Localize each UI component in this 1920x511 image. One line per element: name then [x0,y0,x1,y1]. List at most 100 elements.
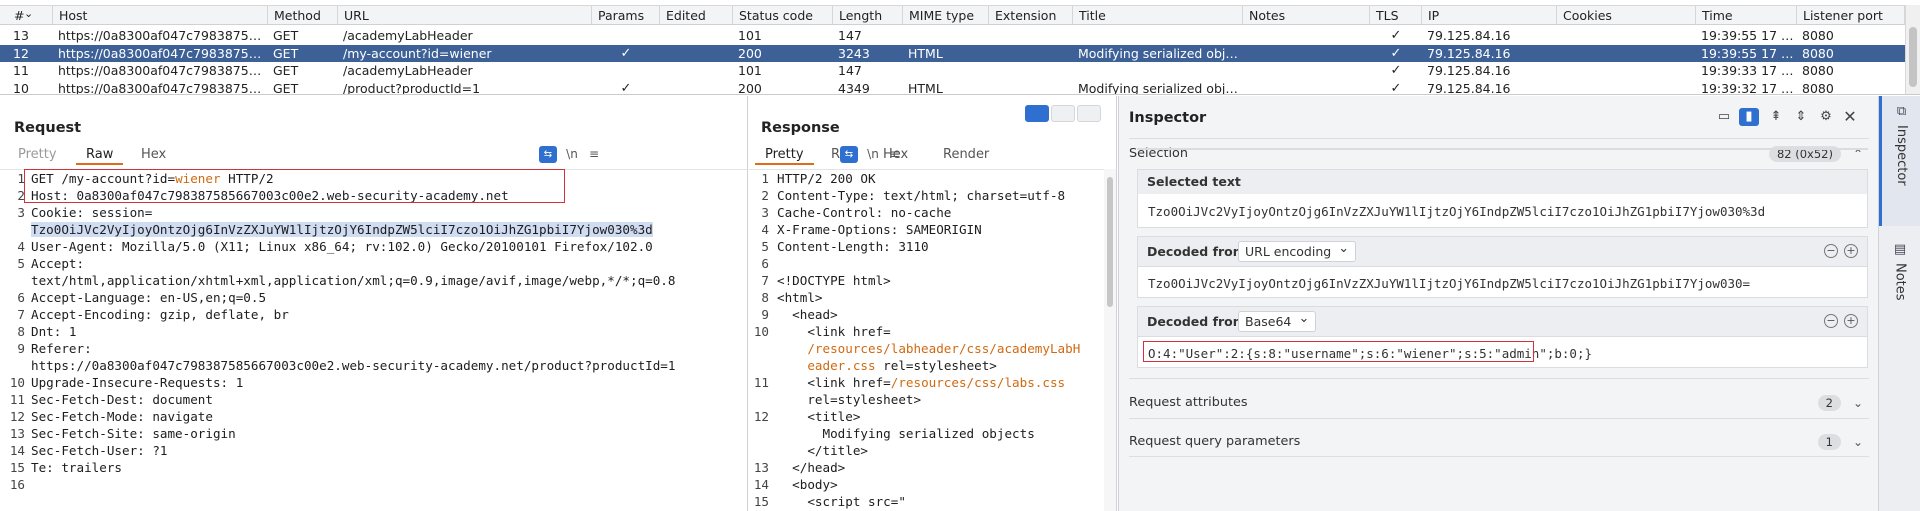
column-header-title[interactable]: Title [1073,6,1243,24]
column-header-url[interactable]: URL [338,6,592,24]
code-line: /resources/labheader/css/academyLabH [749,340,1116,357]
selection-section-header[interactable]: Selection 82 (0x52) ⌃ [1129,144,1869,164]
history-row[interactable]: 11 https://0a8300af047c798387585... GET/ac… [0,62,1905,79]
code-line: 3 Cookie: session= [0,204,747,221]
code-token: Dnt: 1 [31,324,77,339]
code-line: 7 <!DOCTYPE html> [749,272,1116,289]
selected-text-value[interactable]: Tzo0OiJVc2VyIjoyOntzOjg6InVzZXJuYW1lIjtz… [1148,204,1765,219]
http-history-table: # Host Method URL Params Edited Status code Len… [0,0,1920,95]
column-header-tls[interactable]: TLS [1370,6,1422,24]
menu-icon[interactable]: ≡ [886,146,904,163]
cell-length: 147 [838,63,862,78]
code-token: Modifying serialized objects [777,426,1035,441]
tab-render[interactable]: Render [933,145,999,165]
rail-notes-label: Notes [1892,263,1908,301]
column-header-length[interactable]: Length [833,6,903,24]
layout-tabs-icon[interactable] [1077,105,1101,122]
code-line: 15 Te: trailers [0,459,747,476]
tab-raw[interactable]: Raw [76,145,124,165]
collapse-all-icon[interactable]: ⇞ [1766,108,1786,126]
newline-toggle[interactable]: \n [863,146,883,163]
column-header-status[interactable]: Status code [733,6,833,24]
line-text: </title> [777,442,1116,459]
expand-all-icon[interactable]: ⇕ [1791,108,1811,126]
divider [1129,378,1869,379]
layout-horizontal-icon[interactable]: ▭ [1714,108,1734,126]
column-header-ip[interactable]: IP [1422,6,1557,24]
chevron-up-icon[interactable]: ⌃ [1853,144,1863,164]
column-header-notes[interactable]: Notes [1243,6,1370,24]
layout-vertical-icon[interactable]: ▮ [1739,108,1759,126]
spacer-3 [1137,148,1868,150]
history-row[interactable]: 13 https://0a8300af047c798387585... GET/ac… [0,27,1905,44]
tab-hex[interactable]: Hex [131,145,176,165]
rail-inspector-tab[interactable]: ⧉ Inspector [1879,96,1920,226]
response-editor[interactable]: 1 HTTP/2 200 OK 2 Content-Type: text/html; … [749,169,1116,511]
line-number: 4 [761,222,769,237]
add-decoding-icon[interactable]: + [1844,314,1858,328]
close-icon[interactable]: ✕ [1840,108,1860,126]
side-rail: ⧉ Inspector ▤ Notes [1878,96,1920,511]
request-attributes-section[interactable]: Request attributes 2 ⌄ [1129,393,1869,413]
remove-decoding-icon[interactable]: − [1824,314,1838,328]
column-header-port[interactable]: Listener port [1797,6,1905,24]
gear-icon[interactable]: ⚙ [1816,108,1836,126]
scrollbar-thumb[interactable] [1909,27,1917,87]
tab-pretty[interactable]: Pretty [755,145,814,165]
cell-mime: HTML [908,45,943,61]
rail-notes-tab[interactable]: ▤ Notes [1879,234,1920,324]
layout-stacked-icon[interactable] [1051,105,1075,122]
request-editor[interactable]: 1 GET /my-account?id=wiener HTTP/2 2 Host: … [0,169,747,511]
history-scrollbar[interactable] [1905,5,1920,94]
code-token: <head> [777,307,838,322]
selected-text-label: Selected text [1147,174,1241,189]
decoded-url-value[interactable]: Tzo0OiJVc2VyIjoyOntzOjg6InVzZXJuYW1lIjtz… [1148,276,1750,291]
add-decoding-icon[interactable]: + [1844,244,1858,258]
chevron-down-icon[interactable]: ⌄ [1853,393,1863,413]
column-header-method[interactable]: Method [268,6,338,24]
column-header-params[interactable]: Params [592,6,660,24]
line-text: X-Frame-Options: SAMEORIGIN [777,221,1116,238]
remove-decoding-icon[interactable]: − [1824,244,1838,258]
cell-ip: 79.125.84.16 [1427,63,1511,78]
line-text: GET /my-account?id=wiener HTTP/2 [31,170,747,187]
tab-pretty[interactable]: Pretty [8,145,67,165]
decoded-base64-header: Decoded from: Base64 − + [1138,307,1867,337]
column-header-host[interactable]: Host [53,6,268,24]
line-number: 15 [753,494,769,509]
decoding-type-dropdown[interactable]: Base64 [1238,309,1317,332]
line-number: 11 [753,375,769,390]
line-text: </head> [777,459,1116,476]
line-text: Referer: [31,340,747,357]
history-row[interactable]: 12 https://0a8300af047c798387585... GET/my… [0,44,1905,62]
column-header-edited[interactable]: Edited [660,6,733,24]
response-scrollbar[interactable] [1104,169,1116,511]
line-number: 8 [761,290,769,305]
column-header-ext[interactable]: Extension [989,6,1073,24]
request-query-params-section[interactable]: Request query parameters 1 ⌄ [1129,432,1869,452]
decoding-type-dropdown[interactable]: URL encoding [1238,239,1357,262]
cell-notes [1243,45,1370,62]
code-token: Accept-Encoding: gzip, deflate, br [31,307,289,322]
wrap-lines-icon[interactable]: ⇆ [539,146,557,163]
column-header-mime[interactable]: MIME type [903,6,989,24]
sort-descending-icon[interactable]: ⌄ [24,4,33,24]
scrollbar-thumb[interactable] [1107,177,1113,307]
newline-toggle[interactable]: \n [562,146,582,163]
code-line: 10 <link href= [749,323,1116,340]
line-text: Sec-Fetch-Site: same-origin [31,425,747,442]
code-line: 2 Content-Type: text/html; charset=utf-8 [749,187,1116,204]
cell-edited [660,80,733,95]
column-header-time[interactable]: Time [1696,6,1797,24]
column-header-cookies[interactable]: Cookies [1557,6,1696,24]
cell-ip: 79.125.84.16 [1427,45,1511,61]
menu-icon[interactable]: ≡ [585,146,603,163]
line-number: 6 [17,290,25,305]
decoded-from-label: Decoded from: [1147,244,1251,259]
code-token: </title> [777,443,868,458]
history-row[interactable]: 10 https://0a8300af047c798387585... GET/pr… [0,80,1905,95]
layout-side-by-side-icon[interactable] [1025,105,1049,122]
chevron-down-icon[interactable]: ⌄ [1853,432,1863,452]
decoded-base64-value[interactable]: O:4:"User":2:{s:8:"username";s:6:"wiener… [1148,346,1592,361]
wrap-lines-icon[interactable]: ⇆ [840,146,858,163]
